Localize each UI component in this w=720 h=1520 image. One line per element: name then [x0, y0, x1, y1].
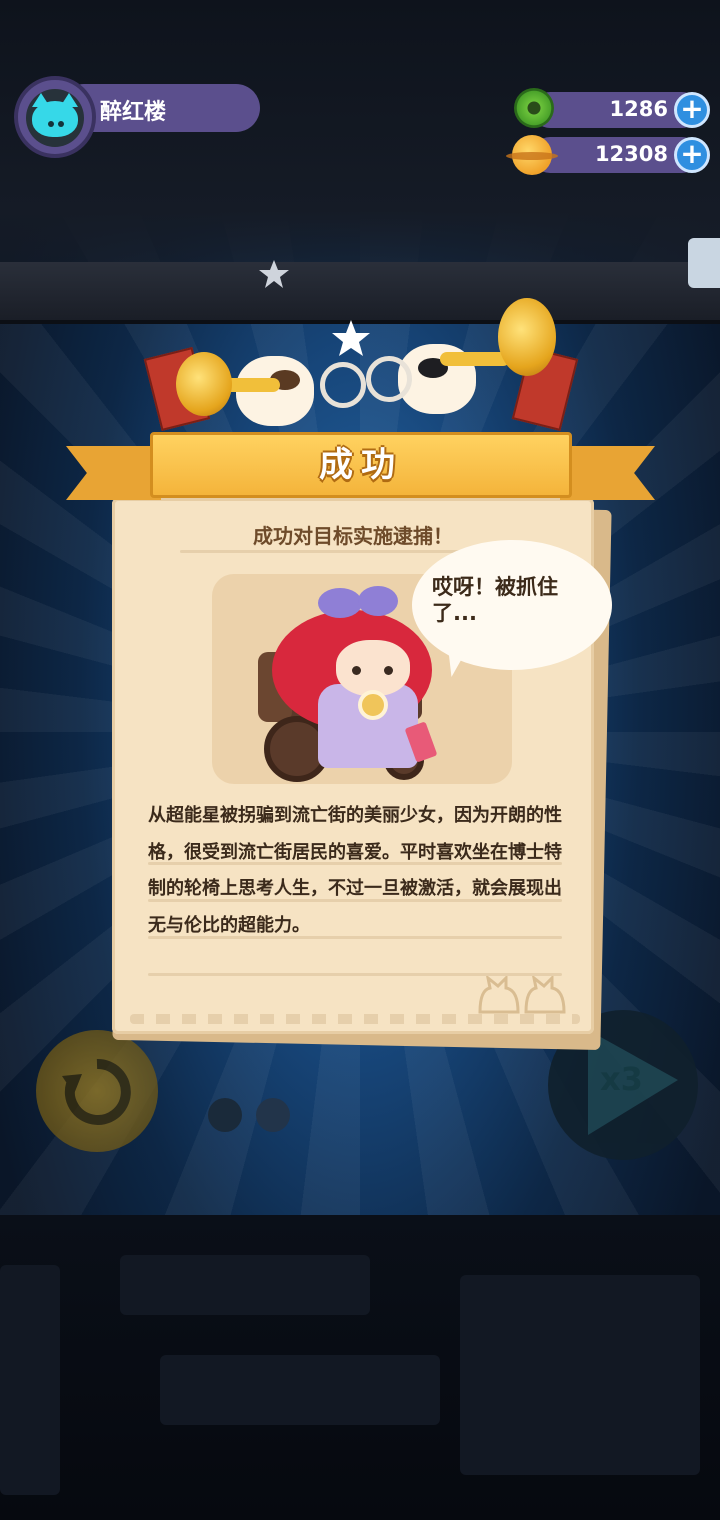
add-donut-button[interactable]: +	[674, 92, 710, 128]
speed-label: x3	[600, 1060, 643, 1098]
restart-button[interactable]	[36, 1030, 158, 1152]
text-rule	[148, 936, 562, 939]
shelf-block	[160, 1355, 440, 1425]
shelf-block	[0, 1265, 60, 1495]
screen-frame	[0, 262, 720, 324]
dialog-title: 成功	[319, 445, 403, 485]
avatar[interactable]	[26, 89, 84, 147]
player-name: 醉红楼	[100, 100, 167, 125]
star-icon	[332, 320, 370, 356]
cat-stamp-icon	[478, 976, 566, 1014]
cat-ear	[32, 93, 50, 107]
shelf-block	[120, 1255, 370, 1315]
page-dot	[256, 1098, 290, 1132]
restart-icon	[62, 1058, 131, 1125]
planet-count: 12308	[594, 142, 668, 166]
planet-coin-icon	[506, 135, 558, 175]
side-tab[interactable]	[688, 238, 720, 288]
trumpet-icon	[498, 298, 556, 376]
bottom-background	[0, 1215, 720, 1520]
add-planet-button[interactable]: +	[674, 137, 710, 173]
text-rule	[148, 862, 562, 865]
donut-count: 1286	[609, 97, 668, 121]
character-description: 从超能星被拐骗到流亡街的美丽少女，因为开朗的性格，很受到流亡街居民的喜爱。平时喜…	[148, 805, 562, 936]
trumpet-icon	[176, 352, 232, 416]
cat-ear	[60, 93, 78, 107]
hair-bow	[318, 588, 362, 618]
donut-coin-icon	[514, 88, 554, 128]
speech-text: 哎呀！被抓住了...	[432, 575, 558, 625]
text-rule	[148, 899, 562, 902]
hair-bow	[358, 586, 398, 616]
star-icon	[259, 260, 289, 288]
shelf-block	[460, 1275, 700, 1475]
page-dot	[208, 1098, 242, 1132]
paper-edge	[130, 1014, 580, 1024]
character-face	[336, 640, 410, 696]
title-ribbon: 成功	[150, 432, 572, 498]
trumpet-tube	[440, 352, 510, 366]
brooch	[358, 690, 388, 720]
